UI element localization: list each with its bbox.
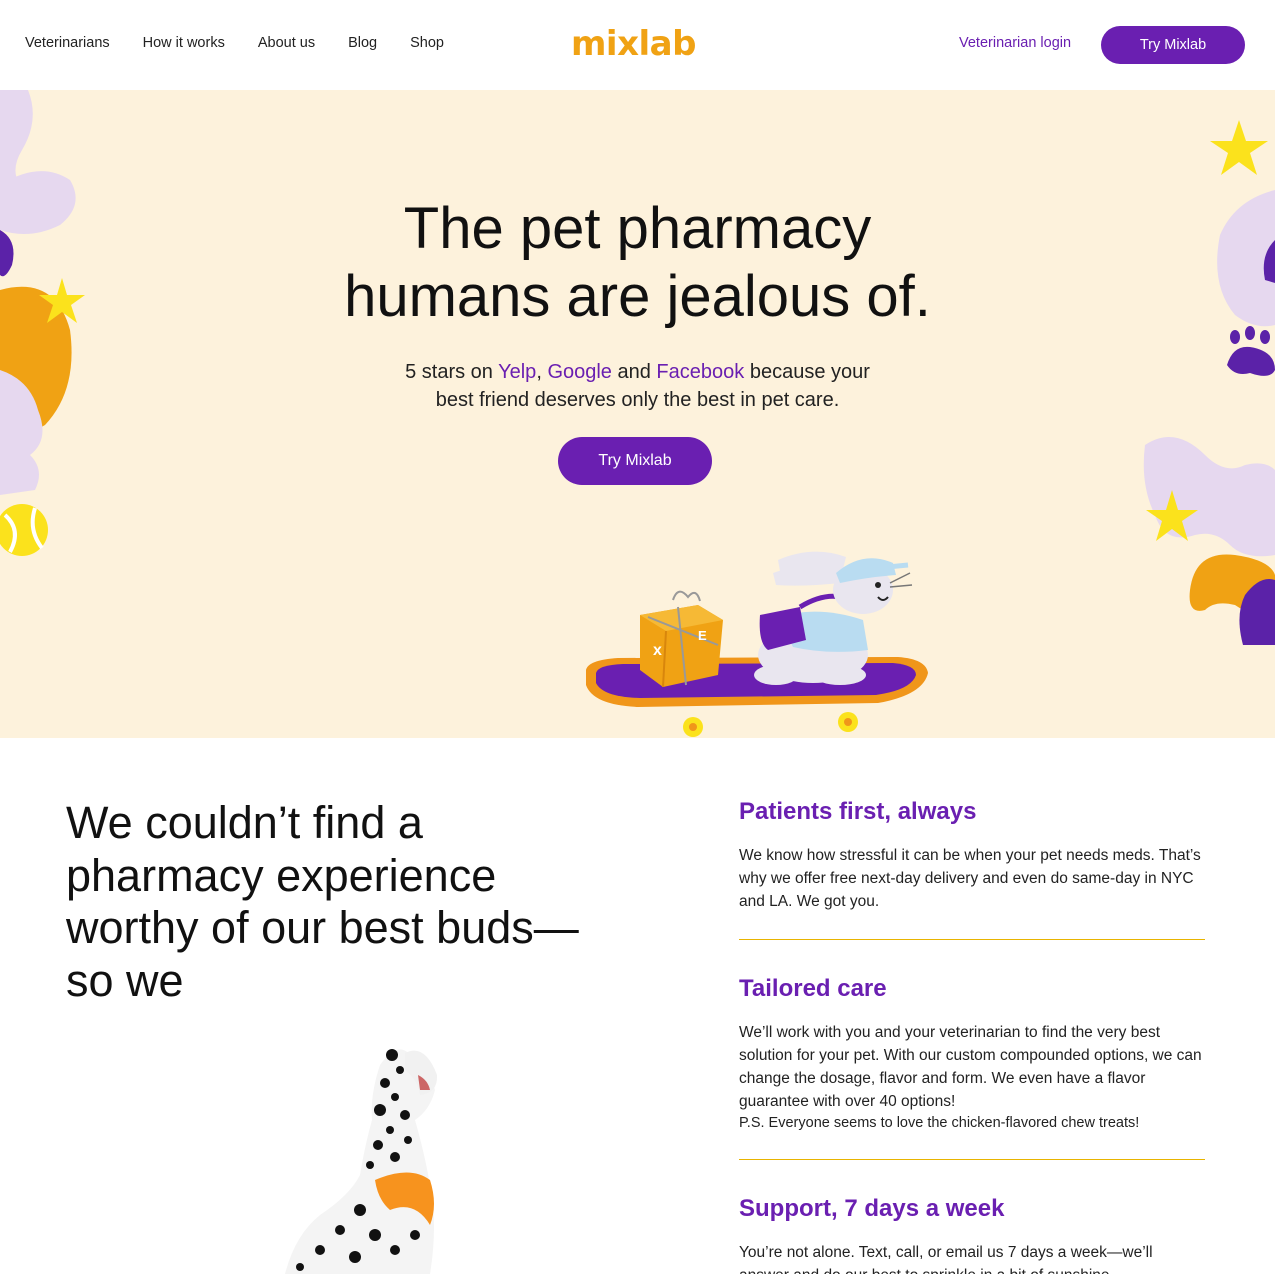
hero-sub-comma: ,	[536, 361, 548, 383]
feature-body: We know how stressful it can be when you…	[739, 847, 1201, 910]
nav-link-shop[interactable]: Shop	[410, 35, 444, 51]
feature-ps-note: P.S. Everyone seems to love the chicken-…	[739, 1115, 1140, 1131]
feature-tailored-care: Tailored care We’ll work with you and yo…	[739, 974, 1205, 1133]
bunny-skateboard-illustration: x E	[586, 551, 928, 737]
dalmatian-photo	[285, 1049, 438, 1274]
top-nav: Veterinarians How it works About us Blog…	[0, 0, 1275, 90]
feature-title: Patients first, always	[739, 798, 977, 825]
feature-body: We’ll work with you and your veterinaria…	[739, 1024, 1202, 1110]
feature-title: Tailored care	[739, 975, 887, 1002]
feature-support: Support, 7 days a week You’re not alone.…	[739, 1194, 1205, 1274]
divider	[739, 939, 1205, 940]
hero-section: The pet pharmacy humans are jealous of. …	[0, 90, 1275, 738]
features-list: Patients first, always We know how stres…	[739, 797, 1205, 1274]
story-title: We couldn’t find a pharmacy experience w…	[66, 797, 579, 1006]
hero-sub-suffix: because your	[744, 361, 870, 383]
nav-link-about-us[interactable]: About us	[258, 35, 315, 51]
hero-title-line-1: The pet pharmacy	[403, 196, 872, 261]
nav-link-veterinarians[interactable]: Veterinarians	[25, 35, 110, 51]
nav-link-blog[interactable]: Blog	[348, 35, 377, 51]
hero-title: The pet pharmacy humans are jealous of.	[0, 195, 1275, 331]
yelp-link[interactable]: Yelp	[498, 361, 536, 383]
svg-text:x: x	[653, 642, 662, 659]
facebook-link[interactable]: Facebook	[656, 361, 744, 383]
nav-link-how-it-works[interactable]: How it works	[143, 35, 225, 51]
google-link[interactable]: Google	[547, 361, 612, 383]
divider	[739, 1159, 1205, 1160]
hero-sub-line-2: best friend deserves only the best in pe…	[435, 389, 840, 411]
feature-patients-first: Patients first, always We know how stres…	[739, 797, 1205, 913]
mixlab-logo[interactable]: mixlab	[571, 24, 696, 64]
hero-sub-and: and	[611, 361, 657, 383]
feature-body: You’re not alone. Text, call, or email u…	[739, 1244, 1153, 1274]
feature-title: Support, 7 days a week	[739, 1195, 1005, 1222]
nav-links: Veterinarians How it works About us Blog…	[25, 35, 444, 51]
try-mixlab-nav-button[interactable]: Try Mixlab	[1101, 26, 1245, 64]
hero-sub-prefix: 5 stars on	[405, 361, 499, 383]
hero-subtitle: 5 stars on Yelp, Google and Facebook bec…	[0, 358, 1275, 414]
svg-text:E: E	[698, 628, 707, 643]
veterinarian-login-link[interactable]: Veterinarian login	[959, 35, 1071, 51]
hero-title-line-2: humans are jealous of.	[344, 264, 931, 329]
try-mixlab-hero-button[interactable]: Try Mixlab	[558, 437, 712, 485]
